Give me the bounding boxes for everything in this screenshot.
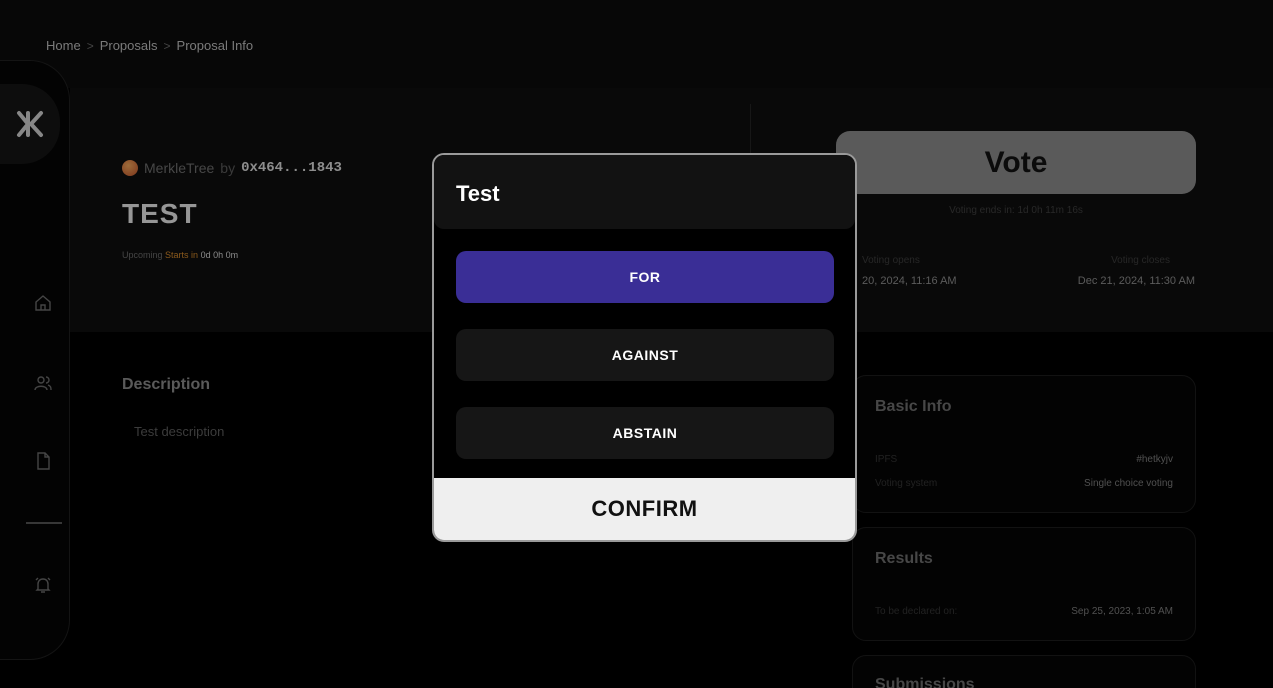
option-against-button[interactable]: AGAINST — [456, 329, 834, 381]
option-abstain-button[interactable]: ABSTAIN — [456, 407, 834, 459]
modal-header: Test — [434, 155, 855, 229]
vote-modal: Test FOR AGAINST ABSTAIN CONFIRM — [432, 153, 857, 542]
modal-title: Test — [456, 181, 500, 206]
confirm-button[interactable]: CONFIRM — [434, 478, 855, 540]
option-for-button[interactable]: FOR — [456, 251, 834, 303]
app-root: Home > Proposals > Proposal Info MerkleT… — [0, 0, 1273, 688]
